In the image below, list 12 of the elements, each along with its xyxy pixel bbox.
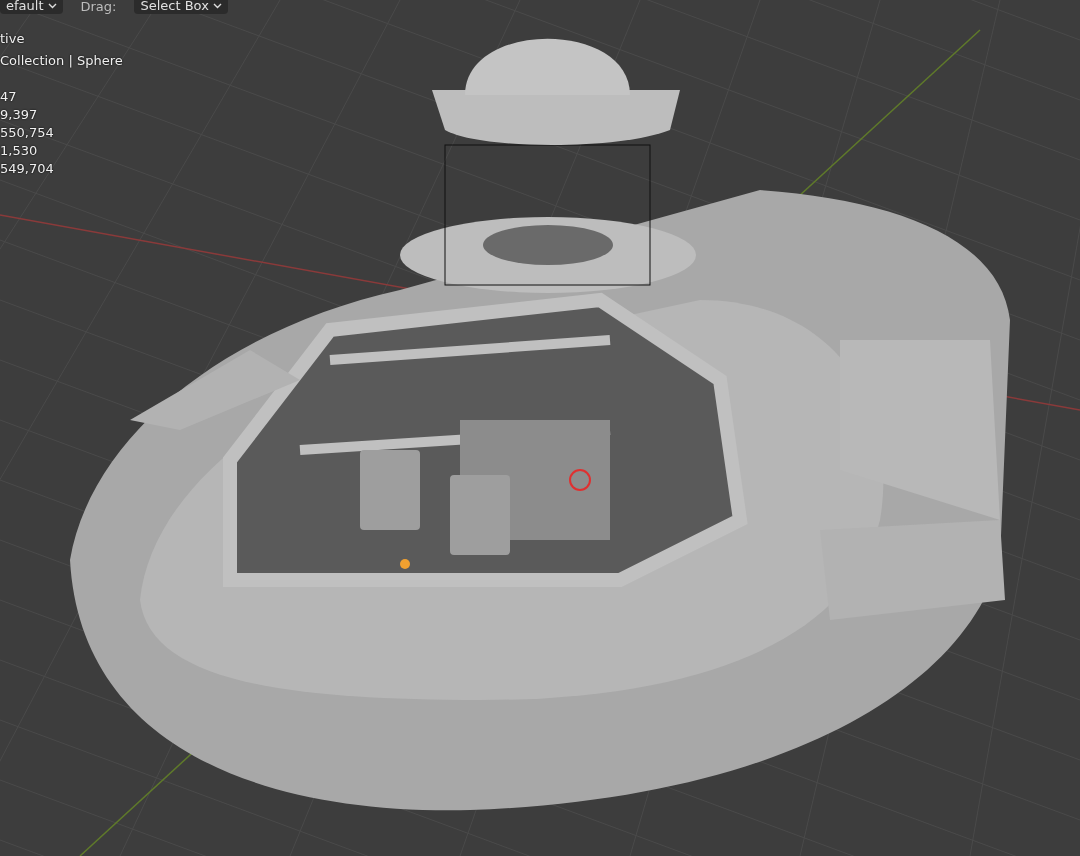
drag-dropdown[interactable]: Select Box bbox=[134, 0, 228, 14]
scene-statistic: 47 bbox=[0, 88, 18, 106]
caret-icon bbox=[212, 3, 222, 9]
viewport-info-text: Collection | Sphere bbox=[0, 52, 123, 70]
caret-icon bbox=[47, 3, 57, 9]
mode-dropdown[interactable]: efault bbox=[0, 0, 63, 14]
scene-statistic: 550,754 bbox=[0, 124, 55, 142]
scene-statistic: 1,530 bbox=[0, 142, 39, 160]
drag-label: Drag: bbox=[80, 0, 117, 14]
viewport-info-text: tive bbox=[0, 30, 26, 48]
scene-statistic: 9,397 bbox=[0, 106, 39, 124]
scene-statistic: 549,704 bbox=[0, 160, 55, 178]
